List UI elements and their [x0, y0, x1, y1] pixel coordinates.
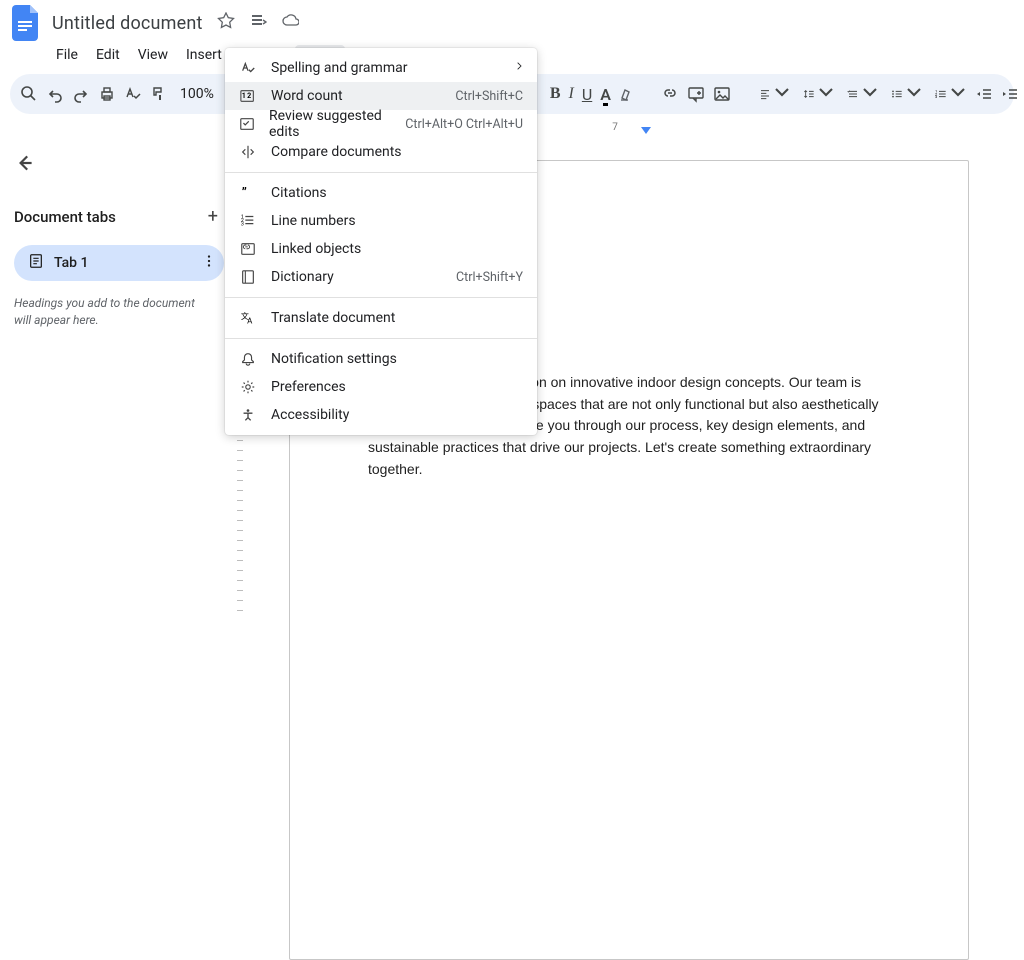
add-tab-button[interactable]: +: [208, 206, 218, 227]
back-arrow-icon[interactable]: [14, 152, 224, 178]
italic-button[interactable]: I: [569, 80, 574, 108]
document-tab-icon: [28, 253, 44, 273]
menu-file[interactable]: File: [48, 45, 86, 65]
menu-view[interactable]: View: [130, 45, 176, 65]
zoom-select[interactable]: 100%: [176, 86, 218, 102]
bulleted-list-button[interactable]: [887, 80, 923, 108]
decrease-indent-button[interactable]: [975, 80, 993, 108]
docs-logo[interactable]: [8, 5, 44, 41]
insert-link-icon[interactable]: [661, 80, 679, 108]
tab-more-icon[interactable]: [206, 253, 212, 273]
menu-item-shortcut: Ctrl+Alt+O Ctrl+Alt+U: [405, 117, 523, 132]
submenu-arrow-icon: [515, 60, 523, 76]
menu-item-label: Citations: [271, 185, 327, 201]
undo-icon[interactable]: [46, 80, 64, 108]
menu-item-shortcut: Ctrl+Shift+C: [455, 89, 523, 104]
tools-item-spelling-and-grammar[interactable]: Spelling and grammar: [225, 54, 537, 82]
tools-item-citations[interactable]: Citations: [225, 179, 537, 207]
move-icon[interactable]: [249, 12, 267, 34]
accessibility-icon: [239, 406, 257, 424]
print-icon[interactable]: [98, 80, 116, 108]
sidebar-title: Document tabs: [14, 208, 116, 226]
highlight-button[interactable]: [619, 80, 637, 108]
numbered-list-button[interactable]: [931, 80, 967, 108]
tools-item-preferences[interactable]: Preferences: [225, 373, 537, 401]
menu-item-label: Review suggested edits: [269, 108, 391, 140]
tools-item-linked-objects[interactable]: Linked objects: [225, 235, 537, 263]
menu-item-label: Compare documents: [271, 144, 402, 160]
sidebar: Document tabs + Tab 1 Headings you add t…: [0, 140, 232, 626]
document-title[interactable]: Untitled document: [52, 13, 203, 34]
checklist-button[interactable]: [843, 80, 879, 108]
translate-icon: [239, 309, 257, 327]
menu-item-label: Linked objects: [271, 241, 361, 257]
align-button[interactable]: [755, 80, 791, 108]
sidebar-hint: Headings you add to the document will ap…: [14, 295, 224, 329]
document-tab[interactable]: Tab 1: [14, 245, 224, 281]
menu-edit[interactable]: Edit: [88, 45, 128, 65]
linked-icon: [239, 240, 257, 258]
tools-item-accessibility[interactable]: Accessibility: [225, 401, 537, 429]
tools-item-review-suggested-edits[interactable]: Review suggested edits Ctrl+Alt+O Ctrl+Al…: [225, 110, 537, 138]
paint-format-icon[interactable]: [150, 80, 168, 108]
wordcount-icon: [239, 87, 257, 105]
underline-button[interactable]: U: [582, 80, 592, 108]
text-color-button[interactable]: A: [600, 80, 611, 108]
dictionary-icon: [239, 268, 257, 286]
indent-marker-icon[interactable]: [640, 126, 652, 139]
linenumbers-icon: [239, 212, 257, 230]
menu-item-label: Notification settings: [271, 351, 397, 367]
tools-item-compare-documents[interactable]: Compare documents: [225, 138, 537, 166]
menu-item-label: Dictionary: [271, 269, 334, 285]
tools-menu-dropdown: Spelling and grammar Word count Ctrl+Shift…: [225, 48, 537, 435]
bold-button[interactable]: B: [550, 80, 561, 108]
bell-icon: [239, 350, 257, 368]
compare-icon: [239, 143, 257, 161]
insert-image-icon[interactable]: [713, 80, 731, 108]
review-icon: [239, 115, 255, 133]
menu-insert[interactable]: Insert: [178, 45, 230, 65]
tools-item-dictionary[interactable]: Dictionary Ctrl+Shift+Y: [225, 263, 537, 291]
line-spacing-button[interactable]: [799, 80, 835, 108]
redo-icon[interactable]: [72, 80, 90, 108]
menu-item-label: Word count: [271, 88, 343, 104]
menu-item-label: Line numbers: [271, 213, 356, 229]
increase-indent-button[interactable]: [1001, 80, 1019, 108]
menu-item-label: Translate document: [271, 310, 395, 326]
menu-item-shortcut: Ctrl+Shift+Y: [456, 270, 523, 285]
tools-item-line-numbers[interactable]: Line numbers: [225, 207, 537, 235]
cloud-status-icon[interactable]: [281, 12, 299, 34]
add-comment-icon[interactable]: [687, 80, 705, 108]
menu-separator: [225, 338, 537, 339]
menu-separator: [225, 172, 537, 173]
menu-separator: [225, 297, 537, 298]
document-tab-label: Tab 1: [54, 255, 88, 271]
tools-item-translate-document[interactable]: Translate document: [225, 304, 537, 332]
citations-icon: [239, 184, 257, 202]
search-menus-icon[interactable]: [20, 80, 38, 108]
tools-item-notification-settings[interactable]: Notification settings: [225, 345, 537, 373]
menu-item-label: Spelling and grammar: [271, 60, 407, 76]
spellcheck-icon[interactable]: [124, 80, 142, 108]
tools-item-word-count[interactable]: Word count Ctrl+Shift+C: [225, 82, 537, 110]
star-icon[interactable]: [217, 12, 235, 34]
ruler-label: 7: [612, 122, 618, 133]
menu-item-label: Accessibility: [271, 407, 349, 423]
menu-item-label: Preferences: [271, 379, 346, 395]
spellcheck-icon: [239, 59, 257, 77]
gear-icon: [239, 378, 257, 396]
